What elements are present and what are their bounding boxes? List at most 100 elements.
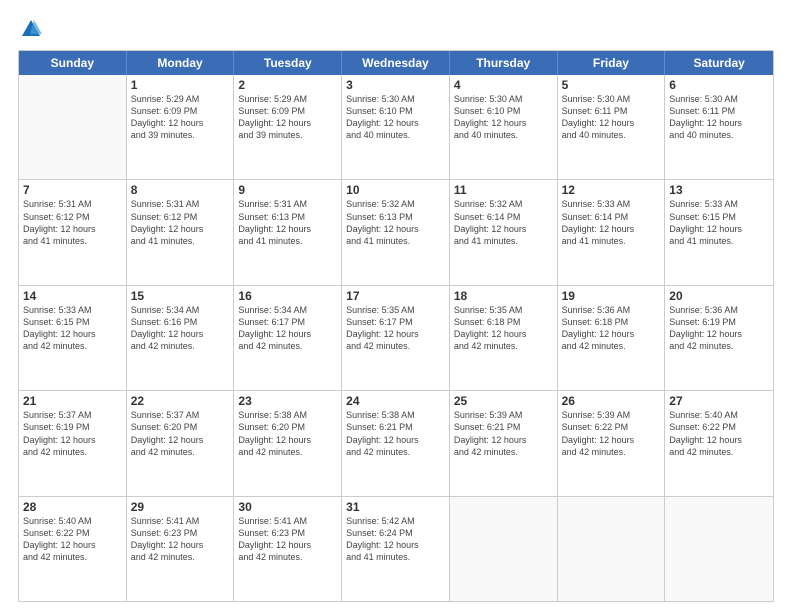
logo: [18, 18, 42, 40]
calendar-header-cell: Saturday: [665, 51, 773, 75]
day-number: 26: [562, 394, 661, 408]
day-info: Sunrise: 5:38 AM Sunset: 6:21 PM Dayligh…: [346, 409, 445, 458]
day-info: Sunrise: 5:29 AM Sunset: 6:09 PM Dayligh…: [238, 93, 337, 142]
calendar-body: 1Sunrise: 5:29 AM Sunset: 6:09 PM Daylig…: [19, 75, 773, 601]
day-info: Sunrise: 5:32 AM Sunset: 6:14 PM Dayligh…: [454, 198, 553, 247]
calendar-cell: 14Sunrise: 5:33 AM Sunset: 6:15 PM Dayli…: [19, 286, 127, 390]
calendar-cell: [450, 497, 558, 601]
calendar-header-cell: Tuesday: [234, 51, 342, 75]
day-info: Sunrise: 5:37 AM Sunset: 6:19 PM Dayligh…: [23, 409, 122, 458]
calendar-cell: 22Sunrise: 5:37 AM Sunset: 6:20 PM Dayli…: [127, 391, 235, 495]
day-info: Sunrise: 5:40 AM Sunset: 6:22 PM Dayligh…: [669, 409, 769, 458]
calendar-cell: 9Sunrise: 5:31 AM Sunset: 6:13 PM Daylig…: [234, 180, 342, 284]
header: [18, 18, 774, 40]
day-info: Sunrise: 5:34 AM Sunset: 6:17 PM Dayligh…: [238, 304, 337, 353]
day-info: Sunrise: 5:36 AM Sunset: 6:19 PM Dayligh…: [669, 304, 769, 353]
day-number: 7: [23, 183, 122, 197]
day-info: Sunrise: 5:40 AM Sunset: 6:22 PM Dayligh…: [23, 515, 122, 564]
day-number: 9: [238, 183, 337, 197]
day-number: 31: [346, 500, 445, 514]
calendar-cell: 28Sunrise: 5:40 AM Sunset: 6:22 PM Dayli…: [19, 497, 127, 601]
calendar-row: 1Sunrise: 5:29 AM Sunset: 6:09 PM Daylig…: [19, 75, 773, 180]
calendar-header-cell: Wednesday: [342, 51, 450, 75]
day-number: 22: [131, 394, 230, 408]
calendar: SundayMondayTuesdayWednesdayThursdayFrid…: [18, 50, 774, 602]
day-info: Sunrise: 5:33 AM Sunset: 6:14 PM Dayligh…: [562, 198, 661, 247]
calendar-cell: 26Sunrise: 5:39 AM Sunset: 6:22 PM Dayli…: [558, 391, 666, 495]
day-info: Sunrise: 5:30 AM Sunset: 6:10 PM Dayligh…: [346, 93, 445, 142]
day-number: 20: [669, 289, 769, 303]
calendar-cell: 24Sunrise: 5:38 AM Sunset: 6:21 PM Dayli…: [342, 391, 450, 495]
day-number: 24: [346, 394, 445, 408]
day-number: 17: [346, 289, 445, 303]
day-info: Sunrise: 5:30 AM Sunset: 6:11 PM Dayligh…: [669, 93, 769, 142]
day-info: Sunrise: 5:42 AM Sunset: 6:24 PM Dayligh…: [346, 515, 445, 564]
calendar-row: 14Sunrise: 5:33 AM Sunset: 6:15 PM Dayli…: [19, 286, 773, 391]
calendar-cell: 7Sunrise: 5:31 AM Sunset: 6:12 PM Daylig…: [19, 180, 127, 284]
calendar-row: 21Sunrise: 5:37 AM Sunset: 6:19 PM Dayli…: [19, 391, 773, 496]
day-number: 16: [238, 289, 337, 303]
calendar-cell: 13Sunrise: 5:33 AM Sunset: 6:15 PM Dayli…: [665, 180, 773, 284]
calendar-cell: 15Sunrise: 5:34 AM Sunset: 6:16 PM Dayli…: [127, 286, 235, 390]
calendar-cell: 29Sunrise: 5:41 AM Sunset: 6:23 PM Dayli…: [127, 497, 235, 601]
calendar-cell: 25Sunrise: 5:39 AM Sunset: 6:21 PM Dayli…: [450, 391, 558, 495]
calendar-cell: 1Sunrise: 5:29 AM Sunset: 6:09 PM Daylig…: [127, 75, 235, 179]
day-number: 5: [562, 78, 661, 92]
calendar-cell: 12Sunrise: 5:33 AM Sunset: 6:14 PM Dayli…: [558, 180, 666, 284]
day-number: 14: [23, 289, 122, 303]
day-info: Sunrise: 5:30 AM Sunset: 6:10 PM Dayligh…: [454, 93, 553, 142]
day-number: 21: [23, 394, 122, 408]
calendar-cell: 17Sunrise: 5:35 AM Sunset: 6:17 PM Dayli…: [342, 286, 450, 390]
calendar-cell: [19, 75, 127, 179]
day-info: Sunrise: 5:36 AM Sunset: 6:18 PM Dayligh…: [562, 304, 661, 353]
day-number: 25: [454, 394, 553, 408]
day-number: 4: [454, 78, 553, 92]
calendar-cell: 10Sunrise: 5:32 AM Sunset: 6:13 PM Dayli…: [342, 180, 450, 284]
day-number: 8: [131, 183, 230, 197]
day-info: Sunrise: 5:35 AM Sunset: 6:17 PM Dayligh…: [346, 304, 445, 353]
calendar-cell: 20Sunrise: 5:36 AM Sunset: 6:19 PM Dayli…: [665, 286, 773, 390]
calendar-cell: [665, 497, 773, 601]
day-info: Sunrise: 5:33 AM Sunset: 6:15 PM Dayligh…: [669, 198, 769, 247]
calendar-row: 7 Sunrise: 5:31 AM Sunset: 6:12 PM Daylig…: [19, 180, 773, 285]
calendar-cell: 11Sunrise: 5:32 AM Sunset: 6:14 PM Dayli…: [450, 180, 558, 284]
page: SundayMondayTuesdayWednesdayThursdayFrid…: [0, 0, 792, 612]
day-number: 29: [131, 500, 230, 514]
day-number: 15: [131, 289, 230, 303]
day-number: 1: [131, 78, 230, 92]
day-number: 6: [669, 78, 769, 92]
day-info: Sunrise: 5:37 AM Sunset: 6:20 PM Dayligh…: [131, 409, 230, 458]
calendar-cell: 23Sunrise: 5:38 AM Sunset: 6:20 PM Dayli…: [234, 391, 342, 495]
calendar-cell: 16Sunrise: 5:34 AM Sunset: 6:17 PM Dayli…: [234, 286, 342, 390]
day-number: 28: [23, 500, 122, 514]
day-number: 10: [346, 183, 445, 197]
calendar-cell: 21Sunrise: 5:37 AM Sunset: 6:19 PM Dayli…: [19, 391, 127, 495]
day-number: 13: [669, 183, 769, 197]
calendar-header-cell: Monday: [127, 51, 235, 75]
calendar-cell: 27Sunrise: 5:40 AM Sunset: 6:22 PM Dayli…: [665, 391, 773, 495]
day-number: 27: [669, 394, 769, 408]
calendar-header-cell: Friday: [558, 51, 666, 75]
calendar-cell: 2Sunrise: 5:29 AM Sunset: 6:09 PM Daylig…: [234, 75, 342, 179]
day-info: Sunrise: 5:31 AM Sunset: 6:13 PM Dayligh…: [238, 198, 337, 247]
calendar-row: 28Sunrise: 5:40 AM Sunset: 6:22 PM Dayli…: [19, 497, 773, 601]
day-number: 3: [346, 78, 445, 92]
calendar-header: SundayMondayTuesdayWednesdayThursdayFrid…: [19, 51, 773, 75]
calendar-cell: 19Sunrise: 5:36 AM Sunset: 6:18 PM Dayli…: [558, 286, 666, 390]
calendar-cell: [558, 497, 666, 601]
day-info: Sunrise: 5:29 AM Sunset: 6:09 PM Dayligh…: [131, 93, 230, 142]
logo-icon: [20, 18, 42, 40]
calendar-cell: 31Sunrise: 5:42 AM Sunset: 6:24 PM Dayli…: [342, 497, 450, 601]
day-number: 11: [454, 183, 553, 197]
calendar-header-cell: Thursday: [450, 51, 558, 75]
calendar-cell: 30Sunrise: 5:41 AM Sunset: 6:23 PM Dayli…: [234, 497, 342, 601]
calendar-cell: 6Sunrise: 5:30 AM Sunset: 6:11 PM Daylig…: [665, 75, 773, 179]
day-info: Sunrise: 5:32 AM Sunset: 6:13 PM Dayligh…: [346, 198, 445, 247]
day-number: 23: [238, 394, 337, 408]
day-number: 18: [454, 289, 553, 303]
day-number: 30: [238, 500, 337, 514]
calendar-cell: 8Sunrise: 5:31 AM Sunset: 6:12 PM Daylig…: [127, 180, 235, 284]
day-info: Sunrise: 5:31 AM Sunset: 6:12 PM Dayligh…: [131, 198, 230, 247]
day-info: Sunrise: 5:30 AM Sunset: 6:11 PM Dayligh…: [562, 93, 661, 142]
calendar-cell: 18Sunrise: 5:35 AM Sunset: 6:18 PM Dayli…: [450, 286, 558, 390]
